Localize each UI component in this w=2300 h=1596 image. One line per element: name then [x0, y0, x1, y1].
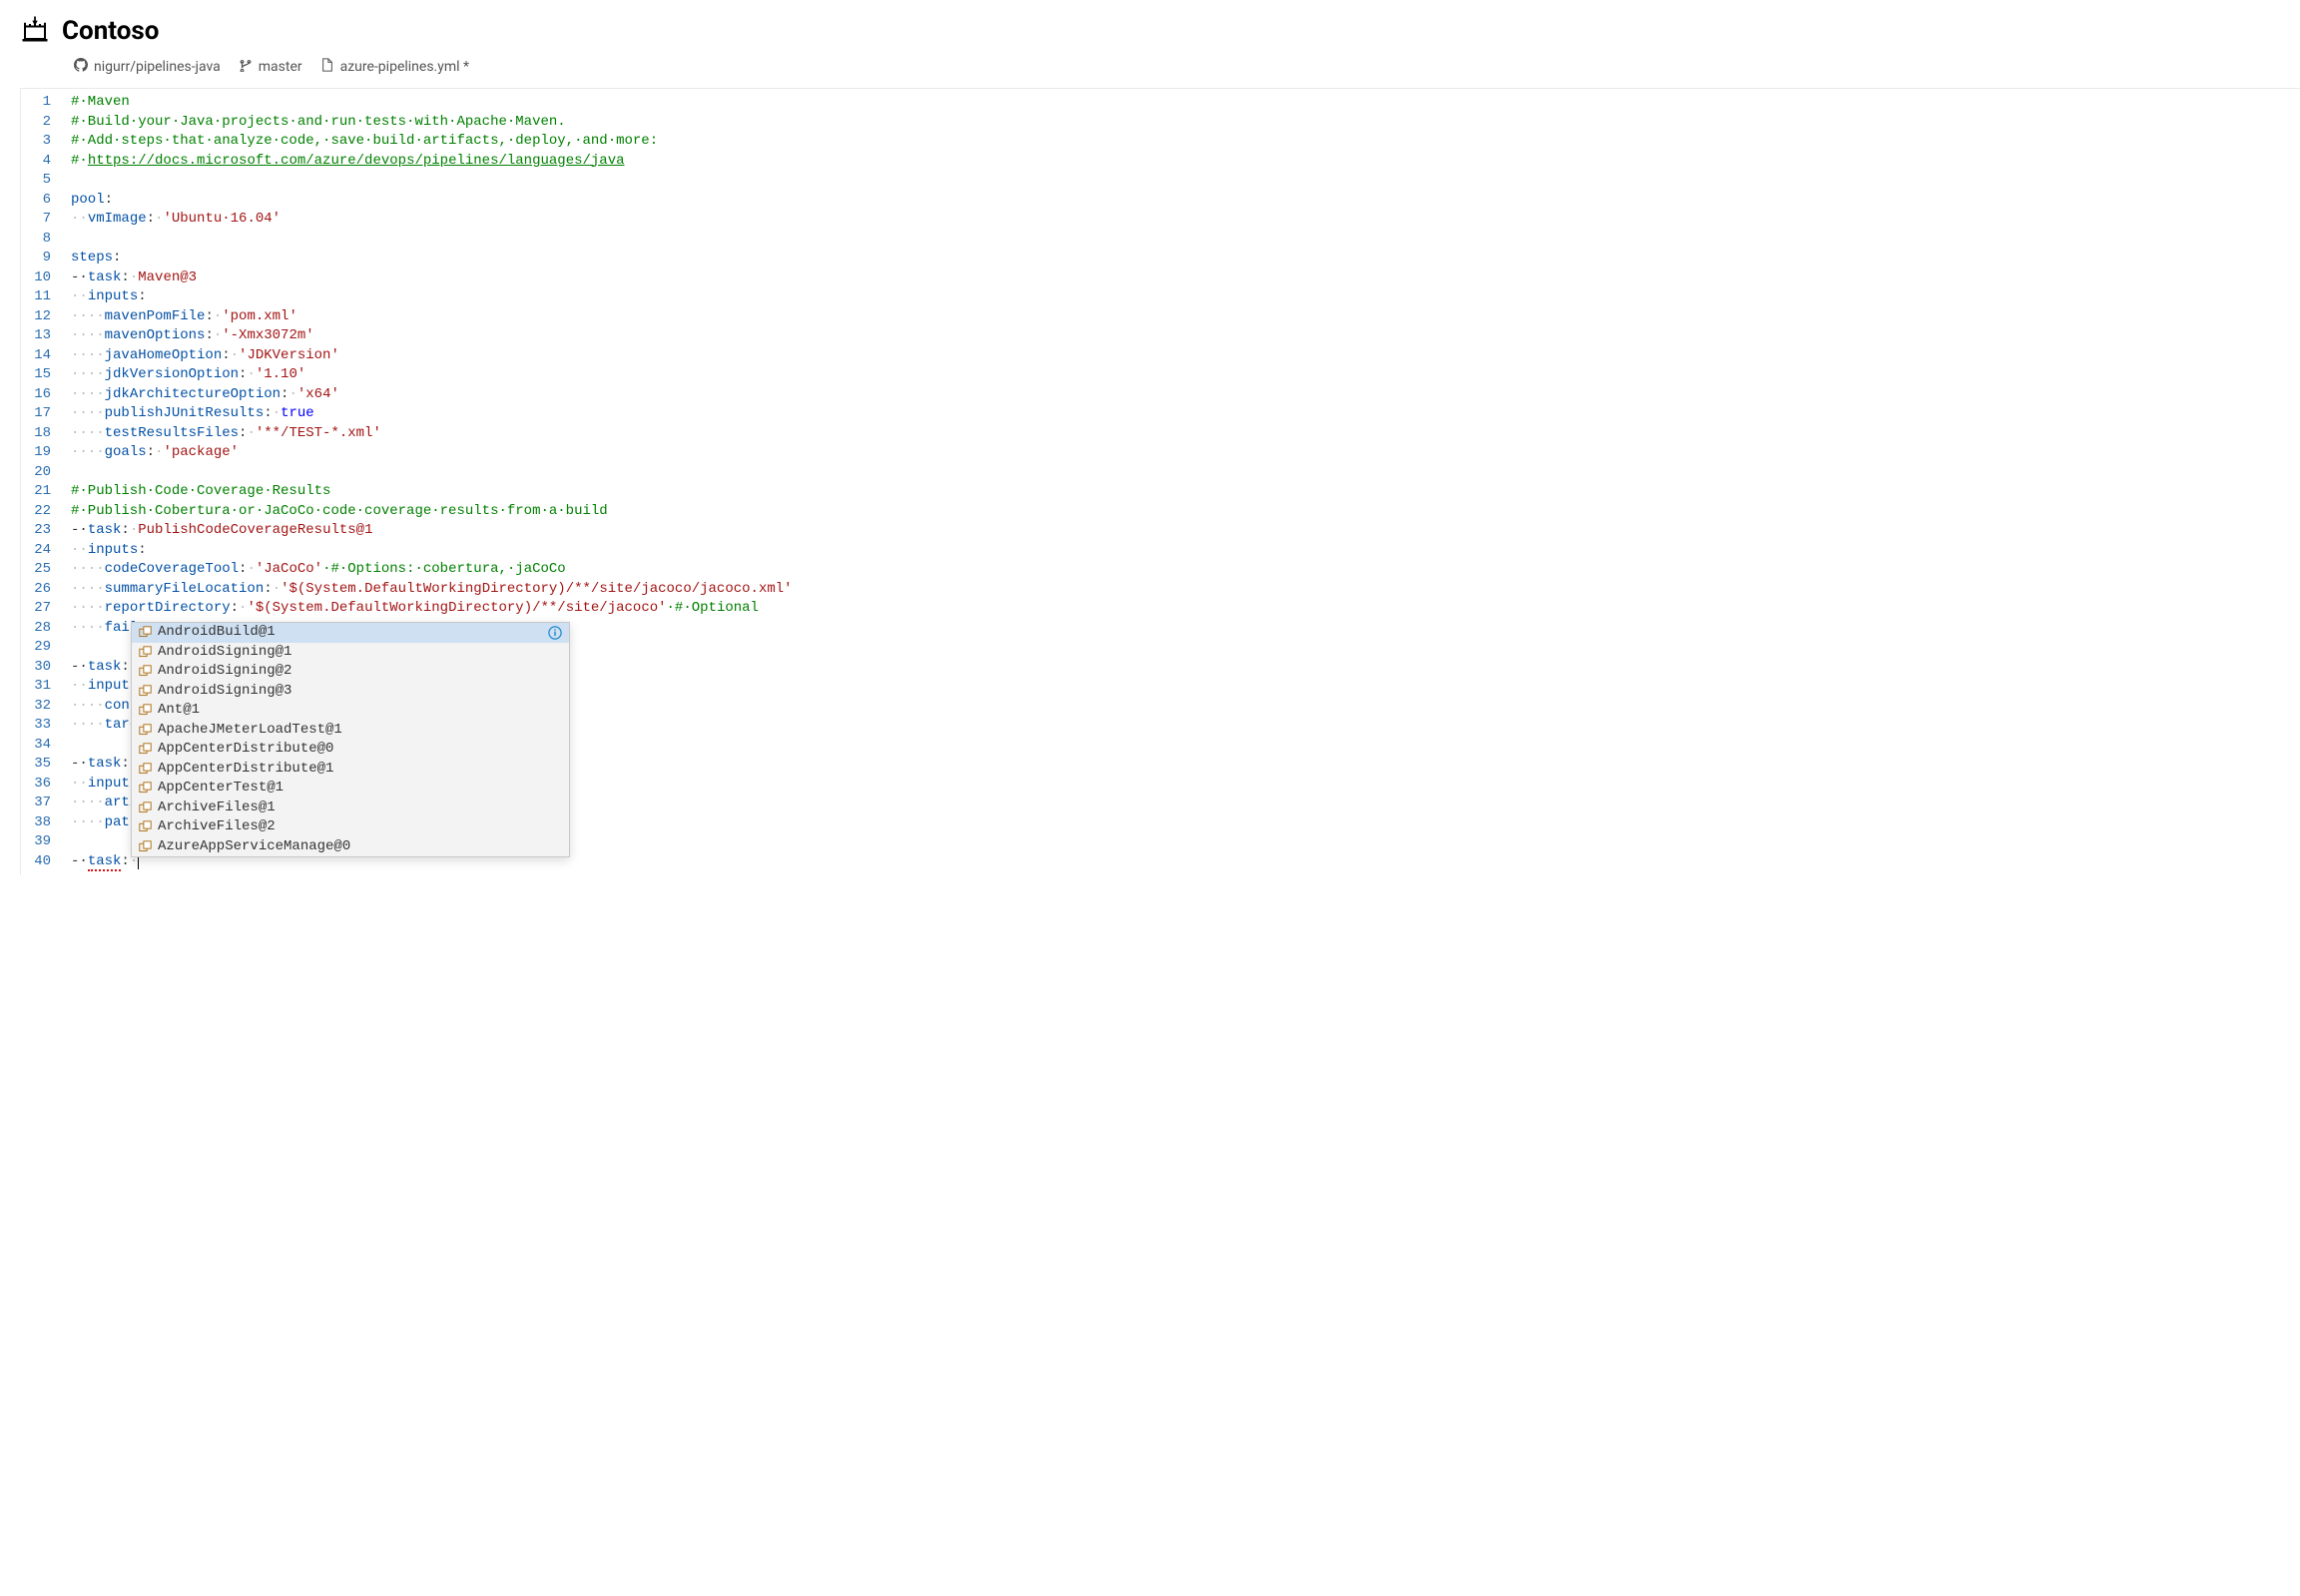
code-editor[interactable]: 1234567891011121314151617181920212223242… — [21, 89, 2300, 875]
breadcrumb-file-label: azure-pipelines.yml * — [340, 59, 469, 75]
line-number: 35 — [27, 755, 51, 775]
breadcrumb: nigurr/pipelines-java master azure-pipel… — [0, 54, 2300, 88]
breadcrumb-file[interactable]: azure-pipelines.yml * — [320, 58, 469, 76]
line-number: 2 — [27, 113, 51, 133]
line-number: 14 — [27, 346, 51, 366]
snippet-icon — [138, 626, 152, 640]
breadcrumb-branch[interactable]: master — [239, 58, 302, 76]
autocomplete-item[interactable]: AndroidBuild@1 — [132, 623, 569, 643]
snippet-icon — [138, 782, 152, 796]
autocomplete-label: AndroidSigning@1 — [158, 643, 291, 663]
autocomplete-label: ArchiveFiles@2 — [158, 817, 276, 837]
line-number: 27 — [27, 599, 51, 619]
snippet-icon — [138, 820, 152, 834]
snippet-icon — [138, 723, 152, 737]
github-icon — [74, 58, 88, 76]
line-number: 33 — [27, 716, 51, 736]
line-number: 4 — [27, 152, 51, 172]
snippet-icon — [138, 645, 152, 659]
line-number: 22 — [27, 502, 51, 522]
line-number: 26 — [27, 580, 51, 600]
autocomplete-item[interactable]: ApacheJMeterLoadTest@1 — [132, 721, 569, 741]
autocomplete-popup[interactable]: AndroidBuild@1AndroidSigning@1AndroidSig… — [131, 622, 570, 857]
snippet-icon — [138, 704, 152, 718]
line-number: 12 — [27, 307, 51, 327]
snippet-icon — [138, 839, 152, 853]
line-number: 16 — [27, 385, 51, 405]
autocomplete-item[interactable]: AndroidSigning@3 — [132, 682, 569, 702]
snippet-icon — [138, 684, 152, 698]
line-number: 19 — [27, 443, 51, 463]
snippet-icon — [138, 762, 152, 776]
line-number: 6 — [27, 191, 51, 211]
autocomplete-label: AzureAppServiceManage@0 — [158, 837, 350, 857]
breadcrumb-repo-label: nigurr/pipelines-java — [94, 59, 221, 75]
autocomplete-label: AndroidSigning@3 — [158, 682, 291, 702]
autocomplete-label: AndroidBuild@1 — [158, 623, 276, 643]
line-number: 13 — [27, 326, 51, 346]
autocomplete-item[interactable]: AndroidSigning@1 — [132, 643, 569, 663]
autocomplete-item[interactable]: ArchiveFiles@1 — [132, 798, 569, 818]
line-number: 9 — [27, 249, 51, 268]
code-content[interactable]: #·Maven #·Build·your·Java·projects·and·r… — [61, 89, 2300, 875]
org-logo-icon — [20, 14, 50, 48]
line-number: 39 — [27, 832, 51, 852]
line-number: 3 — [27, 132, 51, 152]
file-icon — [320, 58, 334, 76]
line-number: 21 — [27, 482, 51, 502]
line-number: 31 — [27, 677, 51, 697]
autocomplete-label: AppCenterTest@1 — [158, 779, 284, 798]
line-number: 32 — [27, 697, 51, 717]
line-number: 18 — [27, 424, 51, 444]
autocomplete-label: AppCenterDistribute@0 — [158, 740, 333, 760]
branch-icon — [239, 58, 253, 76]
line-number: 23 — [27, 521, 51, 541]
line-number: 30 — [27, 658, 51, 678]
autocomplete-item[interactable]: AndroidSigning@2 — [132, 662, 569, 682]
autocomplete-label: ArchiveFiles@1 — [158, 798, 276, 818]
snippet-icon — [138, 743, 152, 757]
line-number: 5 — [27, 171, 51, 191]
info-icon[interactable] — [547, 625, 563, 641]
autocomplete-item[interactable]: Ant@1 — [132, 701, 569, 721]
autocomplete-label: AppCenterDistribute@1 — [158, 760, 333, 780]
line-number: 17 — [27, 404, 51, 424]
line-number: 37 — [27, 794, 51, 813]
breadcrumb-branch-label: master — [259, 59, 302, 75]
line-number: 38 — [27, 813, 51, 833]
line-number: 28 — [27, 619, 51, 639]
line-number: 20 — [27, 463, 51, 483]
autocomplete-label: Ant@1 — [158, 701, 200, 721]
autocomplete-label: ApacheJMeterLoadTest@1 — [158, 721, 342, 741]
line-number: 34 — [27, 736, 51, 756]
snippet-icon — [138, 665, 152, 679]
line-number: 10 — [27, 268, 51, 288]
autocomplete-item[interactable]: AppCenterDistribute@0 — [132, 740, 569, 760]
line-number: 40 — [27, 852, 51, 872]
line-number: 1 — [27, 93, 51, 113]
line-number: 25 — [27, 560, 51, 580]
line-number: 11 — [27, 287, 51, 307]
org-title: Contoso — [62, 16, 159, 46]
autocomplete-item[interactable]: ArchiveFiles@2 — [132, 817, 569, 837]
line-number: 15 — [27, 365, 51, 385]
autocomplete-item[interactable]: AzureAppServiceManage@0 — [132, 837, 569, 857]
snippet-icon — [138, 800, 152, 814]
line-number: 7 — [27, 210, 51, 230]
autocomplete-label: AndroidSigning@2 — [158, 662, 291, 682]
line-number: 24 — [27, 541, 51, 561]
line-number: 8 — [27, 230, 51, 250]
autocomplete-item[interactable]: AppCenterTest@1 — [132, 779, 569, 798]
breadcrumb-repo[interactable]: nigurr/pipelines-java — [74, 58, 221, 76]
autocomplete-item[interactable]: AppCenterDistribute@1 — [132, 760, 569, 780]
line-number: 36 — [27, 775, 51, 795]
line-number: 29 — [27, 638, 51, 658]
line-number-gutter: 1234567891011121314151617181920212223242… — [21, 89, 61, 875]
